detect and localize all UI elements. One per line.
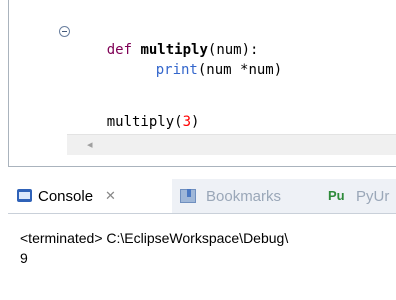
console-icon [17,189,32,202]
tab-pyunit[interactable]: PyUr [356,179,389,213]
tab-console[interactable]: Console ✕ [8,179,172,213]
call-close: ) [191,114,200,130]
terminated-status-line: <terminated> C:\EclipseWorkspace\Debug\ [20,230,289,246]
horizontal-scrollbar[interactable]: ◂ [67,134,396,155]
tab-pyunit-label: PyUr [356,187,390,205]
pyunit-icon: Pu [328,188,345,203]
collapse-fold-icon[interactable] [59,26,70,37]
bookmarks-icon [180,189,196,203]
code-line-def: def multiply(num): [73,20,259,58]
call-name: multiply( [106,114,183,130]
tab-bookmarks[interactable]: Bookmarks [206,179,281,213]
tab-bookmarks-label: Bookmarks [206,187,282,205]
tab-console-label: Console [38,187,94,205]
code-line-print: print(num *num) [122,40,282,78]
console-output-area[interactable]: <terminated> C:\EclipseWorkspace\Debug\ … [8,213,396,300]
console-output-text: 9 [20,250,28,266]
print-args: (num *num) [197,62,283,78]
console-view-tabbar: Console ✕ Bookmarks Pu PyUr [8,179,396,213]
close-icon[interactable]: ✕ [105,189,116,204]
code-line-call: multiply(3) [73,92,200,130]
code-editor[interactable]: def multiply(num): print(num *num) multi… [8,0,396,167]
scroll-left-icon[interactable]: ◂ [87,138,93,151]
print-builtin: print [155,62,198,78]
call-number-literal: 3 [182,114,192,130]
